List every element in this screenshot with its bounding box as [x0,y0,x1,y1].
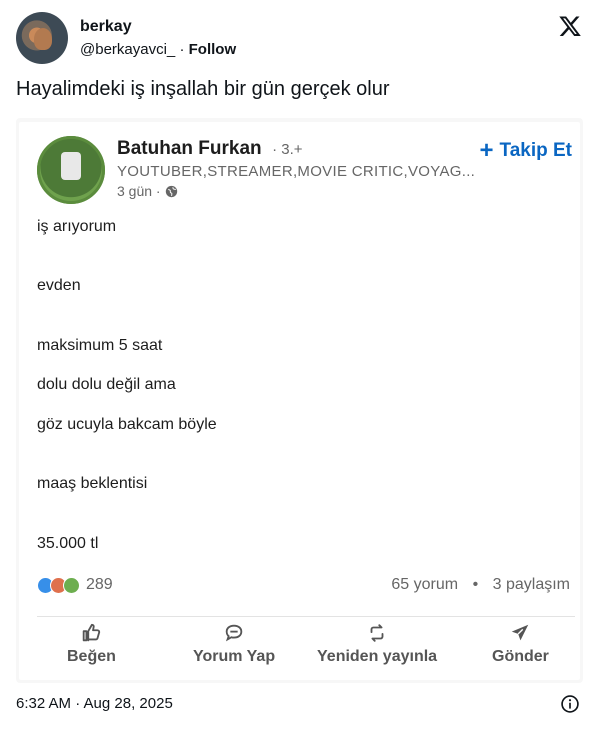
repost-button[interactable]: Yeniden yayınla [317,622,437,666]
post-line: iş arıyorum [37,218,117,235]
dot-separator: • [472,576,479,593]
author-name-row: Batuhan Furkan · 3.+ [117,138,303,160]
follow-button[interactable]: Follow [189,41,237,58]
comment-count[interactable]: 65 yorum [391,576,458,593]
author-name[interactable]: Batuhan Furkan [117,138,262,159]
tweet-header: berkay @berkayavci_ · Follow [16,12,584,68]
repost-icon [370,624,384,642]
info-icon[interactable] [560,694,580,714]
plus-icon: + [479,137,494,164]
post-line: maaş beklentisi [37,475,148,492]
follow-linkedin-button[interactable]: + Takip Et [479,137,573,164]
follow-linkedin-label: Takip Et [499,140,573,161]
x-logo-icon[interactable] [558,14,582,38]
send-icon [512,624,529,641]
send-button[interactable]: Gönder [492,622,549,666]
author-avatar-ring [37,136,105,204]
post-line: maksimum 5 saat [37,337,163,354]
social-counts: 65 yorum • 3 paylaşım [391,576,570,594]
tweet-timestamp[interactable]: 6:32 AM · Aug 28, 2025 [16,695,173,712]
separator: · [179,41,185,58]
post-line: evden [37,277,81,294]
like-label: Beğen [67,648,116,665]
send-label: Gönder [492,648,549,665]
avatar[interactable] [16,12,68,64]
repost-label: Yeniden yayınla [317,648,438,665]
post-time-row: 3 gün · [117,183,178,199]
like-button[interactable]: Beğen [67,622,116,666]
tweet-media[interactable]: Batuhan Furkan · 3.+ YOUTUBER,STREAMER,M… [16,118,583,683]
user-handle-row: @berkayavci_ · Follow [80,41,236,58]
comment-button[interactable]: Yorum Yap [193,622,275,666]
reactions-summary[interactable]: 289 [37,576,113,594]
post-line: dolu dolu değil ama [37,376,176,393]
divider [37,616,575,617]
connection-degree: · 3.+ [272,141,303,158]
linkedin-post-card: Batuhan Furkan · 3.+ YOUTUBER,STREAMER,M… [19,122,580,680]
reaction-count: 289 [86,576,113,593]
post-line: göz ucuyla bakcam böyle [37,416,217,433]
comment-icon [225,624,243,642]
comment-label: Yorum Yap [193,648,276,665]
author-headline: YOUTUBER,STREAMER,MOVIE CRITIC,VOYAG... [117,163,476,180]
user-handle[interactable]: @berkayavci_ [80,41,175,58]
funny-reaction-icon [63,576,80,594]
user-name[interactable]: berkay [80,18,132,36]
action-bar: Beğen Yorum Yap Yeniden yayınla Gönder [19,622,580,674]
post-line: 35.000 tl [37,535,99,552]
tweet-text: Hayalimdeki iş inşallah bir gün gerçek o… [16,78,390,100]
like-icon [83,623,101,642]
post-time: 3 gün · [117,183,161,199]
globe-icon [165,185,177,197]
share-count[interactable]: 3 paylaşım [493,576,570,593]
